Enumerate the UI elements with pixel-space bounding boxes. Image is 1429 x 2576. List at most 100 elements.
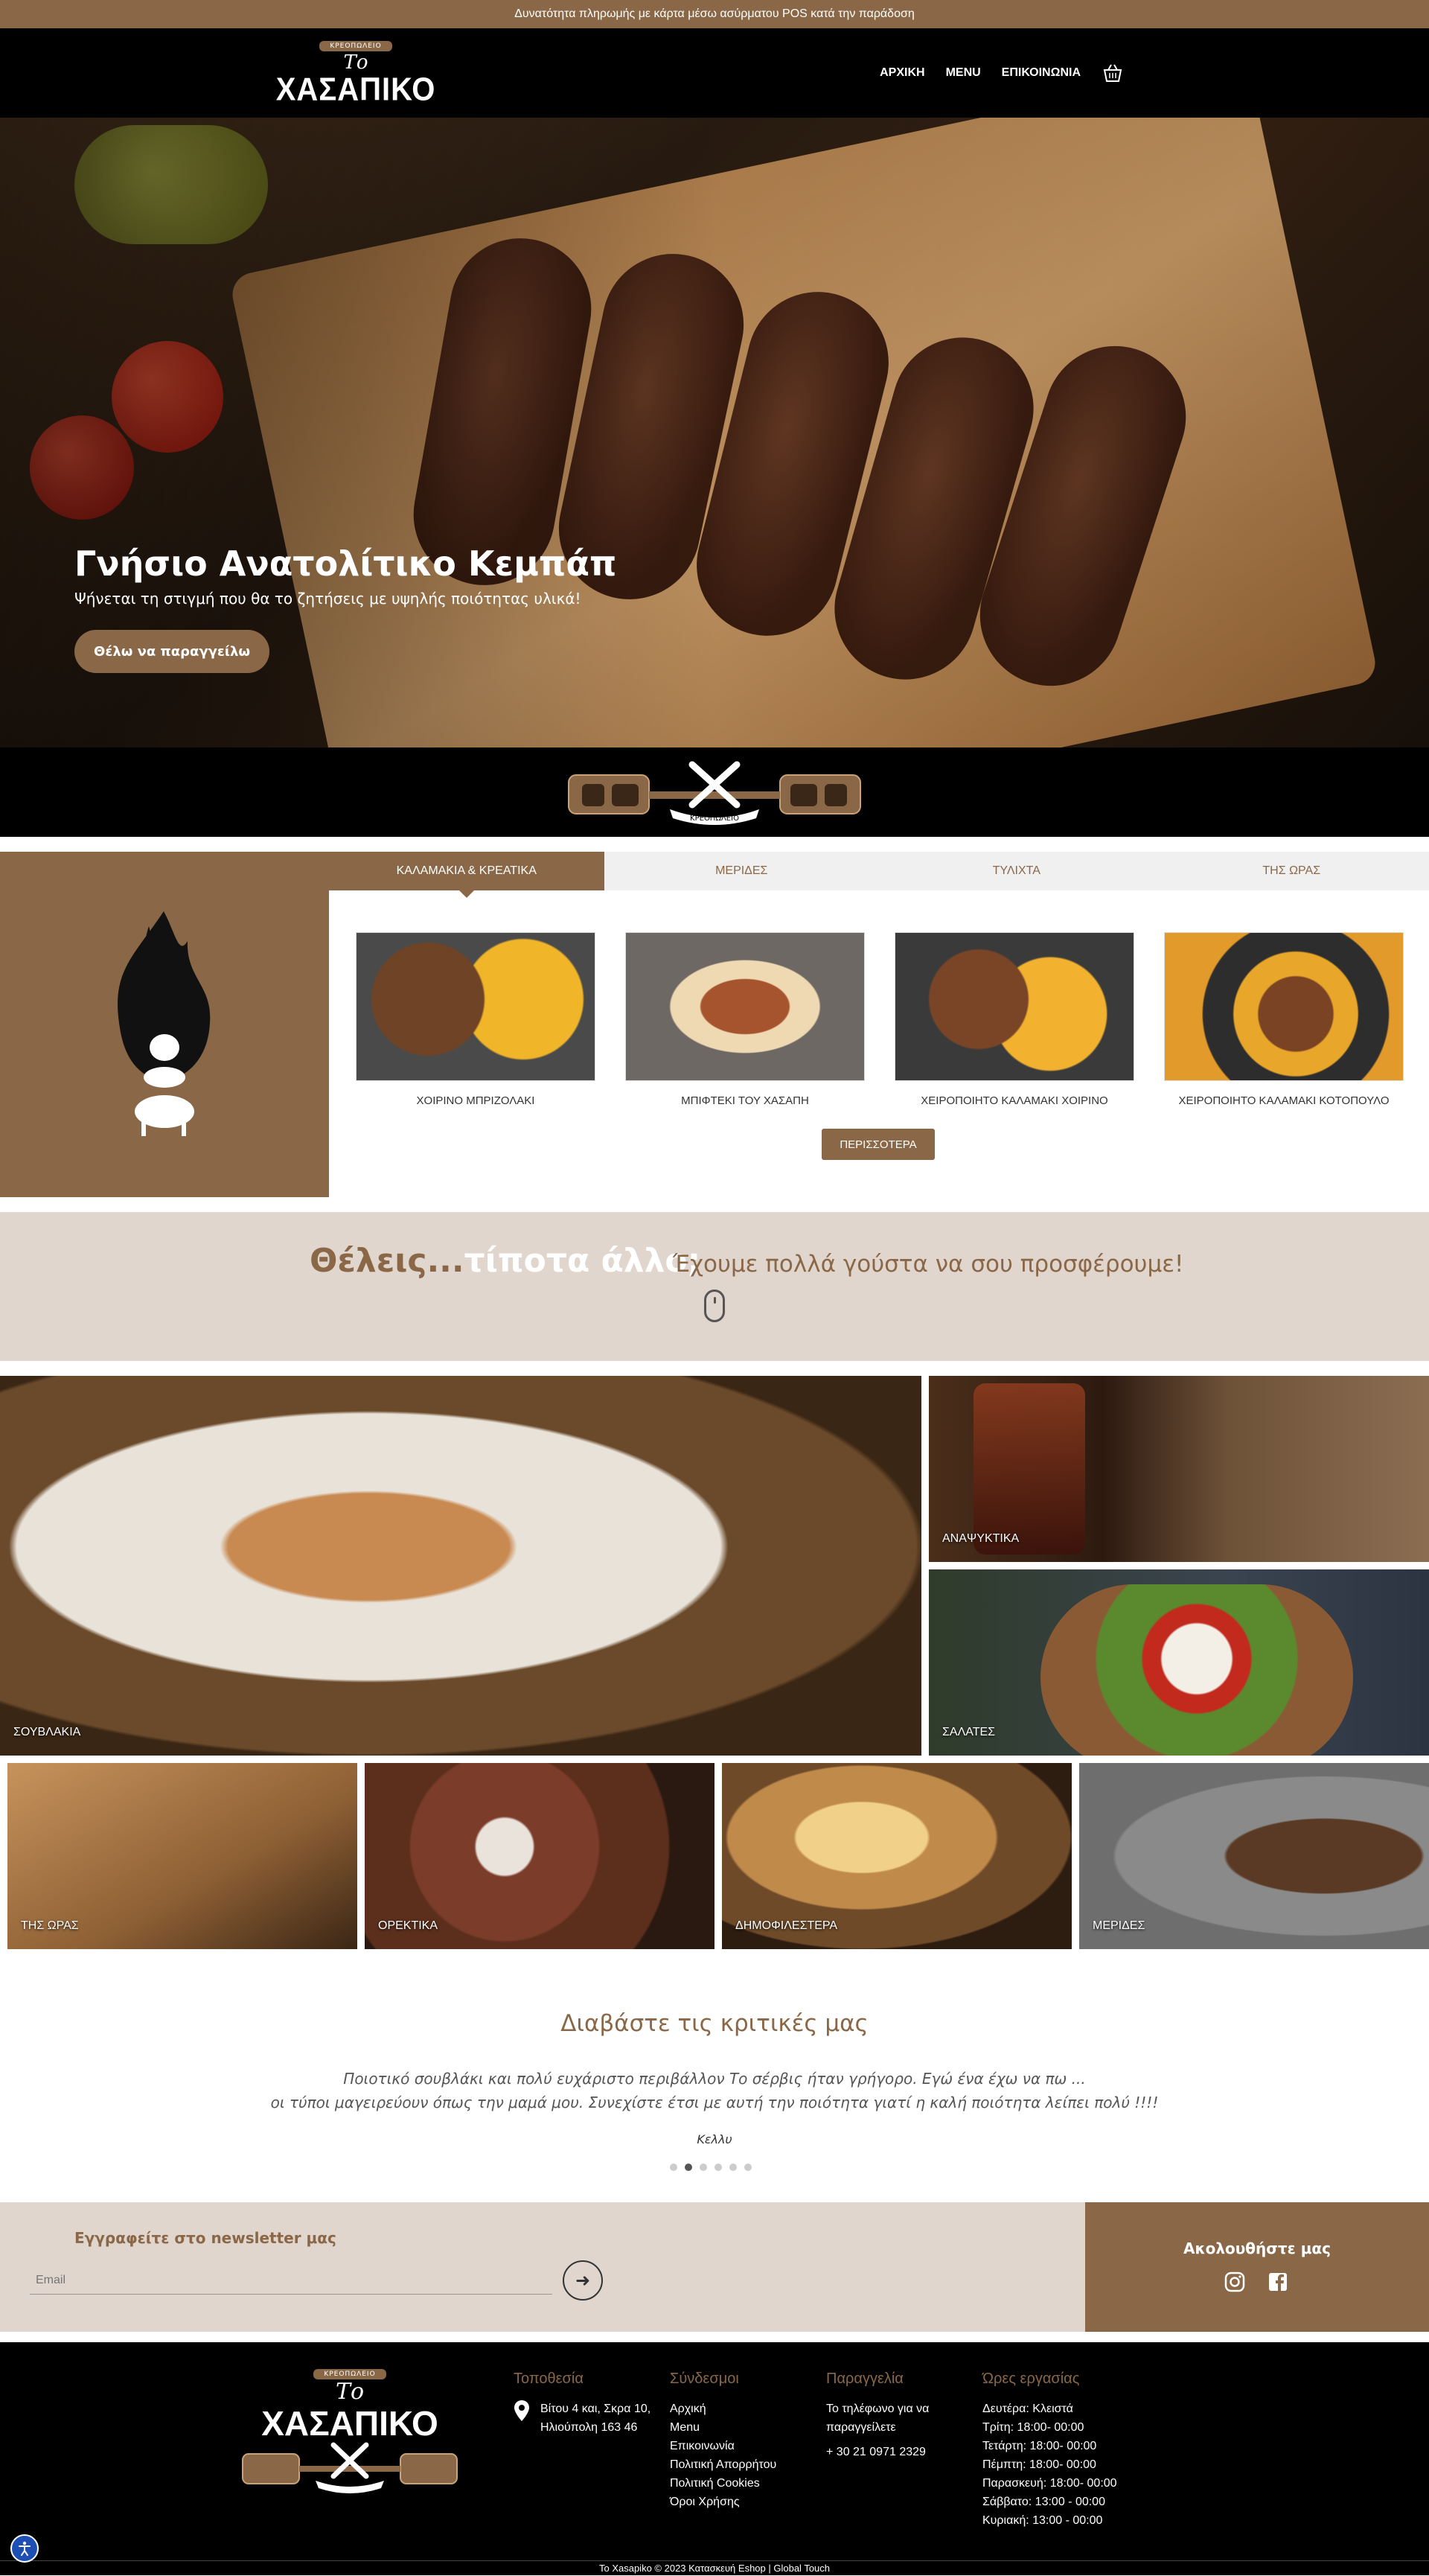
review-line-2: οι τύποι μαγειρεύουν όπως την μαμά μου. … [0, 2091, 1429, 2114]
site-footer: ΚΡΕΟΠΩΛΕΙΟ Το ΧΑΣΑΠΙΚΟ Τοποθεσία Βίτου 4… [0, 2342, 1429, 2560]
tab-merides[interactable]: ΜΕΡΙΔΕΣ [604, 852, 880, 890]
reviews-title: Διαβάστε τις κριτικές μας [0, 2010, 1429, 2037]
footer-location-title: Τοποθεσία [514, 2371, 650, 2388]
footer-logo[interactable]: ΚΡΕΟΠΩΛΕΙΟ Το ΧΑΣΑΠΙΚΟ [241, 2365, 458, 2536]
copyright-text: Το Xasapiko © 2023 Κατασκευή Eshop | Glo… [599, 2563, 830, 2574]
more-options-banner: Θέλεις...τίποτα άλλο; Έχουμε πολλά γούστ… [0, 1212, 1429, 1361]
flame-animals-icon [0, 852, 329, 1197]
footer-order-title: Παραγγελία [826, 2371, 929, 2388]
tile-label: ΣΟΥΒΛΑΚΙΑ [13, 1726, 80, 1739]
product-name: ΧΟΙΡΙΝΟ ΜΠΡΙΖΟΛΑΚΙ [356, 1094, 595, 1107]
tile-dimofilestera[interactable]: ΔΗΜΟΦΙΛΕΣΤΕΡΑ [722, 1763, 1072, 1949]
more-button[interactable]: ΠΕΡΙΣΣΟΤΕΡΑ [822, 1129, 935, 1160]
hours-thursday: Πέμπτη: 18:00- 00:00 [982, 2455, 1117, 2474]
site-logo[interactable]: ΚΡΕΟΠΩΛΕΙΟ Το ΧΑΣΑΠΙΚΟ [296, 34, 415, 112]
newsletter-submit-button[interactable]: ➜ [563, 2260, 603, 2301]
footer-link-cookies[interactable]: Πολιτική Cookies [670, 2474, 776, 2493]
nav-contact[interactable]: ΕΠΙΚΟΙΝΩΝΙΑ [1002, 66, 1081, 80]
tile-label: ΤΗΣ ΩΡΑΣ [21, 1919, 79, 1933]
tile-souvlakia[interactable]: ΣΟΥΒΛΑΚΙΑ [0, 1376, 921, 1756]
footer-link-terms[interactable]: Όροι Χρήσης [670, 2493, 776, 2511]
tile-label: ΟΡΕΚΤΙΚΑ [378, 1919, 438, 1933]
footer-links-title: Σύνδεσμοι [670, 2371, 776, 2388]
review-line-1: Ποιοτικό σουβλάκι και πολύ ευχάριστο περ… [0, 2067, 1429, 2091]
footer-hours-title: Ώρες εργασίας [982, 2371, 1117, 2388]
more-options-question: Θέλεις...τίποτα άλλο; [310, 1242, 700, 1280]
tab-tylixta[interactable]: ΤΥΛΙΧΤΑ [879, 852, 1154, 890]
footer-order-line-1: Το τηλέφωνο για να [826, 2400, 929, 2418]
footer-location: Τοποθεσία Βίτου 4 και, Σκρα 10, Ηλιούπολ… [514, 2371, 650, 2437]
footer-link-privacy[interactable]: Πολιτική Απορρήτου [670, 2455, 776, 2474]
footer-logo-name: ΧΑΣΑΠΙΚΟ [241, 2405, 458, 2442]
nav-menu[interactable]: MENU [946, 66, 981, 80]
product-name: ΜΠΙΦΤΕΚΙ ΤΟΥ ΧΑΣΑΠΗ [625, 1094, 865, 1107]
tile-label: ΜΕΡΙΔΕΣ [1093, 1919, 1145, 1933]
product-card[interactable]: ΜΠΙΦΤΕΚΙ ΤΟΥ ΧΑΣΑΠΗ [625, 932, 865, 1107]
footer-logo-ribbon: ΚΡΕΟΠΩΛΕΙΟ [313, 2369, 386, 2379]
footer-hours: Ώρες εργασίας Δευτέρα: Κλειστά Τρίτη: 18… [982, 2371, 1117, 2530]
tile-salates[interactable]: ΣΑΛΑΤΕΣ [929, 1569, 1429, 1756]
product-image [625, 932, 865, 1081]
hours-tuesday: Τρίτη: 18:00- 00:00 [982, 2418, 1117, 2437]
product-image [356, 932, 595, 1081]
drink-glass-image [974, 1383, 1085, 1555]
arrow-right-icon: ➜ [575, 2270, 590, 2291]
hours-wednesday: Τετάρτη: 18:00- 00:00 [982, 2437, 1117, 2455]
accessibility-button[interactable] [10, 2534, 39, 2563]
product-card[interactable]: ΧΕΙΡΟΠΟΙΗΤΟ ΚΑΛΑΜΑΚΙ ΚΟΤΟΠΟΥΛΟ [1164, 932, 1404, 1107]
tile-label: ΑΝΑΨΥΚΤΙΚΑ [942, 1532, 1019, 1546]
footer-order-line-2: παραγγείλετε [826, 2418, 929, 2437]
emblem-band: ΚΡΕΟΠΩΛΕΙΟ [0, 747, 1429, 837]
hours-monday: Δευτέρα: Κλειστά [982, 2400, 1117, 2418]
emblem-ribbon-text: ΚΡΕΟΠΩΛΕΙΟ [690, 814, 739, 823]
tab-kalamakia[interactable]: ΚΑΛΑΜΑΚΙΑ & ΚΡΕΑΤΙΚΑ [329, 852, 604, 890]
nav-home[interactable]: ΑΡΧΙΚΗ [880, 66, 924, 80]
newsletter-title: Εγγραφείτε στο newsletter μας [74, 2229, 336, 2247]
payment-notice-text: Δυνατότητα πληρωμής με κάρτα μέσω ασύρμα… [514, 7, 915, 21]
carousel-dot[interactable] [670, 2164, 677, 2171]
tile-anapsyktika[interactable]: ΑΝΑΨΥΚΤΙΚΑ [929, 1376, 1429, 1562]
footer-link-menu[interactable]: Menu [670, 2418, 776, 2437]
instagram-icon[interactable] [1224, 2271, 1246, 2293]
logo-ribbon: ΚΡΕΟΠΩΛΕΙΟ [319, 41, 391, 51]
more-options-tagline: Έχουμε πολλά γούστα να σου προσφέρουμε! [673, 1251, 1183, 1278]
hero-subtitle: Ψήνεται τη στιγμή που θα το ζητήσεις με … [74, 590, 581, 608]
tile-tis-oras[interactable]: ΤΗΣ ΩΡΑΣ [7, 1763, 357, 1949]
follow-title: Ακολουθήστε μας [1085, 2239, 1429, 2257]
footer-phone[interactable]: + 30 21 0971 2329 [826, 2443, 929, 2461]
basket-icon[interactable] [1102, 62, 1124, 84]
footer-links: Σύνδεσμοι Αρχική Menu Επικοινωνία Πολιτι… [670, 2371, 776, 2511]
tile-merides[interactable]: ΜΕΡΙΔΕΣ [1079, 1763, 1429, 1949]
main-nav: ΑΡΧΙΚΗ MENU ΕΠΙΚΟΙΝΩΝΙΑ [880, 28, 1124, 118]
carousel-dot[interactable] [714, 2164, 722, 2171]
product-card[interactable]: ΧΕΙΡΟΠΟΙΗΤΟ ΚΑΛΑΜΑΚΙ ΧΟΙΡΙΝΟ [895, 932, 1134, 1107]
hero-banner: Γνήσιο Ανατολίτικο Κεμπάπ Ψήνεται τη στι… [0, 118, 1429, 747]
footer-emblem-icon [241, 2442, 458, 2494]
tab-tis-oras[interactable]: ΤΗΣ ΩΡΑΣ [1154, 852, 1429, 890]
tile-label: ΣΑΛΑΤΕΣ [942, 1726, 995, 1739]
order-button[interactable]: Θέλω να παραγγείλω [74, 630, 269, 673]
category-tabs: ΚΑΛΑΜΑΚΙΑ & ΚΡΕΑΤΙΚΑ ΜΕΡΙΔΕΣ ΤΥΛΙΧΤΑ ΤΗΣ… [329, 852, 1429, 890]
product-card[interactable]: ΧΟΙΡΙΝΟ ΜΠΡΙΖΟΛΑΚΙ [356, 932, 595, 1107]
carousel-dot[interactable] [700, 2164, 707, 2171]
carousel-dot[interactable] [744, 2164, 752, 2171]
product-image [1164, 932, 1404, 1081]
footer-link-contact[interactable]: Επικοινωνία [670, 2437, 776, 2455]
review-author: Κελλυ [0, 2132, 1429, 2146]
carousel-dot[interactable] [685, 2164, 692, 2171]
review-carousel-dots [670, 2164, 752, 2171]
review-text: Ποιοτικό σουβλάκι και πολύ ευχάριστο περ… [0, 2067, 1429, 2114]
carousel-dot[interactable] [729, 2164, 737, 2171]
social-icons [1224, 2271, 1289, 2293]
butcher-emblem-icon: ΚΡΕΟΠΩΛΕΙΟ [566, 759, 863, 826]
payment-notice-bar: Δυνατότητα πληρωμής με κάρτα μέσω ασύρμα… [0, 0, 1429, 28]
map-pin-icon [514, 2400, 530, 2422]
newsletter-email-input[interactable] [30, 2266, 552, 2295]
scroll-mouse-icon [704, 1289, 725, 1322]
facebook-icon[interactable] [1267, 2271, 1289, 2293]
product-name: ΧΕΙΡΟΠΟΙΗΤΟ ΚΑΛΑΜΑΚΙ ΚΟΤΟΠΟΥΛΟ [1164, 1094, 1404, 1107]
logo-to: Το [344, 51, 368, 74]
tile-orektika[interactable]: ΟΡΕΚΤΙΚΑ [365, 1763, 714, 1949]
question-part-b: τίποτα άλλο; [464, 1242, 701, 1280]
footer-link-home[interactable]: Αρχική [670, 2400, 776, 2418]
